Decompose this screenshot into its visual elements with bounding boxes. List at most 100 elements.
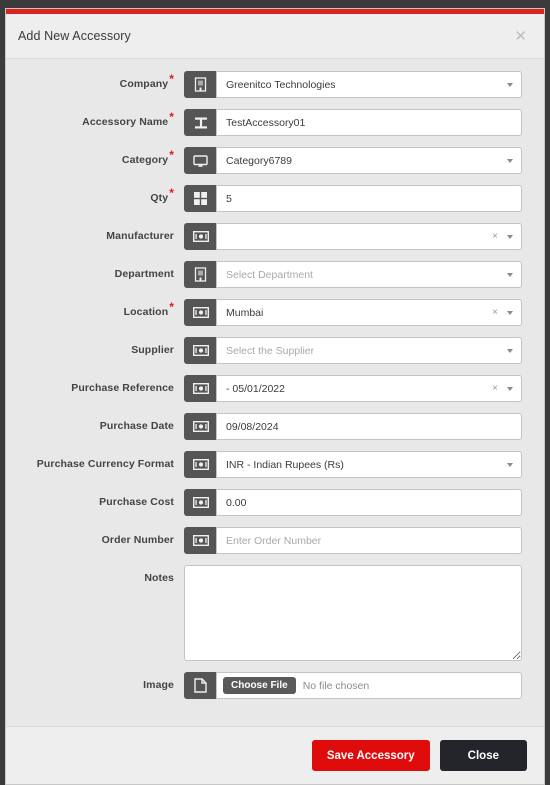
image-control: Choose File No file chosen — [184, 672, 522, 699]
notes-textarea[interactable] — [184, 565, 522, 661]
field-control: Select Department — [184, 261, 522, 288]
chevron-down-icon[interactable] — [507, 310, 513, 315]
field-control: × — [184, 223, 522, 250]
grid-icon — [184, 185, 216, 212]
building-icon — [184, 261, 216, 288]
field-control: 5 — [184, 185, 522, 212]
clear-selection-icon[interactable]: × — [490, 383, 504, 394]
field-control: TestAccessory01 — [184, 109, 522, 136]
add-accessory-modal: Add New Accessory ✕ Company* Greenitco Te… — [5, 8, 545, 785]
field-label: Supplier — [131, 344, 174, 356]
image-label: Image — [143, 679, 174, 691]
money-icon — [184, 413, 216, 440]
field-value: Category6789 — [226, 154, 292, 167]
select-field[interactable]: Mumbai × — [216, 299, 522, 326]
field-label: Category* — [121, 147, 174, 167]
chevron-down-icon[interactable] — [507, 272, 513, 277]
field-label: Company* — [119, 71, 174, 91]
field-value: INR - Indian Rupees (Rs) — [226, 458, 344, 471]
form-row-category: Category* Category6789 — [14, 147, 522, 174]
chevron-down-icon[interactable] — [507, 234, 513, 239]
select-field[interactable]: Select the Supplier — [216, 337, 522, 364]
money-icon — [184, 527, 216, 554]
field-label: Accessory Name* — [82, 109, 174, 129]
close-icon[interactable]: ✕ — [511, 27, 530, 46]
form-row-supplier: Supplier Select the Supplier — [14, 337, 522, 364]
choose-file-button[interactable]: Choose File — [223, 677, 296, 694]
modal-body: Company* Greenitco Technologies Accessory … — [6, 59, 544, 726]
field-value: Greenitco Technologies — [226, 78, 336, 91]
form-row-company: Company* Greenitco Technologies — [14, 71, 522, 98]
close-button[interactable]: Close — [439, 740, 527, 771]
text-input[interactable]: 5 — [216, 185, 522, 212]
form-row-order-number: Order Number Enter Order Number — [14, 527, 522, 554]
field-label: Manufacturer — [106, 230, 174, 242]
field-control: Category6789 — [184, 147, 522, 174]
money-icon — [184, 489, 216, 516]
field-value: TestAccessory01 — [226, 116, 306, 129]
form-row-manufacturer: Manufacturer × — [14, 223, 522, 250]
required-asterisk: * — [169, 185, 174, 200]
form-row-purchase-date: Purchase Date 09/08/2024 — [14, 413, 522, 440]
form-fields: Company* Greenitco Technologies Accessory … — [14, 71, 522, 554]
field-control: 09/08/2024 — [184, 413, 522, 440]
select-field[interactable]: × — [216, 223, 522, 250]
clear-selection-icon[interactable]: × — [490, 307, 504, 318]
field-placeholder: Select the Supplier — [226, 344, 315, 357]
text-input[interactable]: TestAccessory01 — [216, 109, 522, 136]
text-input[interactable]: 09/08/2024 — [216, 413, 522, 440]
form-row-purchase-currency-format: Purchase Currency Format INR - Indian Rup… — [14, 451, 522, 478]
field-label: Department — [114, 268, 174, 280]
money-icon — [184, 223, 216, 250]
modal-footer: Save Accessory Close — [6, 726, 544, 784]
required-asterisk: * — [169, 109, 174, 124]
chevron-down-icon[interactable] — [507, 462, 513, 467]
money-icon — [184, 299, 216, 326]
field-label: Location* — [123, 299, 174, 319]
chevron-down-icon[interactable] — [507, 82, 513, 87]
page-title: Add New Accessory — [18, 29, 131, 43]
modal-header: Add New Accessory ✕ — [6, 14, 544, 59]
text-input[interactable]: Enter Order Number — [216, 527, 522, 554]
form-row-image: Image Choose File No file chosen — [14, 672, 522, 699]
field-value: Mumbai — [226, 306, 264, 319]
field-value: 0.00 — [226, 496, 247, 509]
form-row-purchase-reference: Purchase Reference - 05/01/2022 × — [14, 375, 522, 402]
field-placeholder: Enter Order Number — [226, 534, 322, 547]
field-value: - 05/01/2022 — [226, 382, 285, 395]
file-input[interactable]: Choose File No file chosen — [216, 672, 522, 699]
field-control: INR - Indian Rupees (Rs) — [184, 451, 522, 478]
file-icon — [184, 672, 216, 699]
select-field[interactable]: Greenitco Technologies — [216, 71, 522, 98]
form-row-location: Location* Mumbai × — [14, 299, 522, 326]
field-label: Purchase Date — [99, 420, 174, 432]
select-field[interactable]: Select Department — [216, 261, 522, 288]
money-icon — [184, 375, 216, 402]
form-row-department: Department Select Department — [14, 261, 522, 288]
save-accessory-button[interactable]: Save Accessory — [311, 740, 430, 771]
select-field[interactable]: Category6789 — [216, 147, 522, 174]
field-value: 09/08/2024 — [226, 420, 279, 433]
field-control: Select the Supplier — [184, 337, 522, 364]
select-field[interactable]: - 05/01/2022 × — [216, 375, 522, 402]
field-value: 5 — [226, 192, 232, 205]
required-asterisk: * — [169, 299, 174, 314]
required-asterisk: * — [169, 147, 174, 162]
select-field[interactable]: INR - Indian Rupees (Rs) — [216, 451, 522, 478]
form-row-qty: Qty* 5 — [14, 185, 522, 212]
chevron-down-icon[interactable] — [507, 386, 513, 391]
no-file-chosen-text: No file chosen — [302, 679, 370, 692]
chevron-down-icon[interactable] — [507, 158, 513, 163]
money-icon — [184, 337, 216, 364]
form-row-notes: Notes — [14, 565, 522, 661]
form-row-purchase-cost: Purchase Cost 0.00 — [14, 489, 522, 516]
building-icon — [184, 71, 216, 98]
text-format-icon — [184, 109, 216, 136]
field-placeholder: Select Department — [226, 268, 313, 281]
field-control: - 05/01/2022 × — [184, 375, 522, 402]
field-control: Enter Order Number — [184, 527, 522, 554]
field-label: Order Number — [101, 534, 174, 546]
chevron-down-icon[interactable] — [507, 348, 513, 353]
text-input[interactable]: 0.00 — [216, 489, 522, 516]
clear-selection-icon[interactable]: × — [490, 231, 504, 242]
